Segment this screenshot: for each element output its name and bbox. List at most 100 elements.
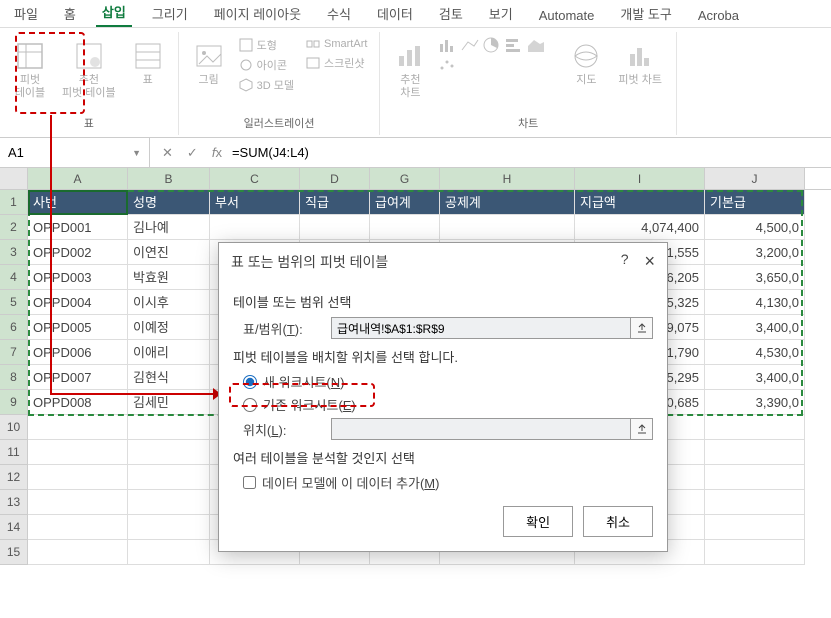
cell-B6[interactable]: 이예정 xyxy=(128,315,210,340)
location-input[interactable] xyxy=(331,418,631,440)
map-chart-button[interactable]: 지도 xyxy=(566,36,606,91)
cancel-button[interactable]: 취소 xyxy=(583,506,653,537)
smartart-button[interactable]: SmartArt xyxy=(304,36,369,52)
tab-view[interactable]: 보기 xyxy=(483,0,519,27)
cell-B8[interactable]: 김현식 xyxy=(128,365,210,390)
cell-J5[interactable]: 4,130,0 xyxy=(705,290,805,315)
cell-J15[interactable] xyxy=(705,540,805,565)
header-cell-G[interactable]: 급여계 xyxy=(370,190,440,215)
line-chart-icon[interactable] xyxy=(460,36,480,54)
bar-chart-icon[interactable] xyxy=(504,36,524,54)
dialog-help-button[interactable]: ? xyxy=(621,251,629,272)
col-header-A[interactable]: A xyxy=(28,168,128,189)
row-header-14[interactable]: 14 xyxy=(0,515,28,540)
cell-A2[interactable]: OPPD001 xyxy=(28,215,128,240)
row-header-11[interactable]: 11 xyxy=(0,440,28,465)
formula-input[interactable] xyxy=(232,145,632,160)
cell-A4[interactable]: OPPD003 xyxy=(28,265,128,290)
col-header-B[interactable]: B xyxy=(128,168,210,189)
cell-A5[interactable]: OPPD004 xyxy=(28,290,128,315)
row-header-4[interactable]: 4 xyxy=(0,265,28,290)
name-box-input[interactable] xyxy=(8,145,108,160)
shapes-button[interactable]: 도형 xyxy=(237,36,296,54)
pivot-chart-button[interactable]: 피벗 차트 xyxy=(614,36,666,91)
cell-H2[interactable] xyxy=(440,215,575,240)
radio-new-worksheet[interactable] xyxy=(243,375,257,389)
header-cell-A[interactable]: 사번 xyxy=(28,190,128,215)
area-chart-icon[interactable] xyxy=(526,36,546,54)
range-ref-button[interactable] xyxy=(631,317,653,339)
icons-button[interactable]: 아이콘 xyxy=(237,56,296,74)
cell-A15[interactable] xyxy=(28,540,128,565)
recommended-pivot-button[interactable]: 추천 피벗 테이블 xyxy=(58,36,120,104)
cell-J3[interactable]: 3,200,0 xyxy=(705,240,805,265)
tab-automate[interactable]: Automate xyxy=(533,4,601,27)
row-header-5[interactable]: 5 xyxy=(0,290,28,315)
header-cell-H[interactable]: 공제계 xyxy=(440,190,575,215)
chart-type-gallery[interactable] xyxy=(438,36,558,74)
cell-J9[interactable]: 3,390,0 xyxy=(705,390,805,415)
row-header-2[interactable]: 2 xyxy=(0,215,28,240)
cell-A3[interactable]: OPPD002 xyxy=(28,240,128,265)
ok-button[interactable]: 확인 xyxy=(503,506,573,537)
select-all-corner[interactable] xyxy=(0,168,28,189)
cell-B10[interactable] xyxy=(128,415,210,440)
tab-draw[interactable]: 그리기 xyxy=(146,0,194,27)
cell-J10[interactable] xyxy=(705,415,805,440)
cell-B5[interactable]: 이시후 xyxy=(128,290,210,315)
cell-J6[interactable]: 3,400,0 xyxy=(705,315,805,340)
cell-B7[interactable]: 이애리 xyxy=(128,340,210,365)
tab-review[interactable]: 검토 xyxy=(433,0,469,27)
cell-J2[interactable]: 4,500,0 xyxy=(705,215,805,240)
header-cell-C[interactable]: 부서 xyxy=(210,190,300,215)
row-header-10[interactable]: 10 xyxy=(0,415,28,440)
cell-I2[interactable]: 4,074,400 xyxy=(575,215,705,240)
cell-C2[interactable] xyxy=(210,215,300,240)
tab-pagelayout[interactable]: 페이지 레이아웃 xyxy=(208,0,307,27)
tab-developer[interactable]: 개발 도구 xyxy=(614,0,677,27)
cell-D2[interactable] xyxy=(300,215,370,240)
cell-J14[interactable] xyxy=(705,515,805,540)
header-cell-D[interactable]: 직급 xyxy=(300,190,370,215)
cell-A12[interactable] xyxy=(28,465,128,490)
cell-B15[interactable] xyxy=(128,540,210,565)
cell-B13[interactable] xyxy=(128,490,210,515)
row-header-13[interactable]: 13 xyxy=(0,490,28,515)
row-header-15[interactable]: 15 xyxy=(0,540,28,565)
row-header-9[interactable]: 9 xyxy=(0,390,28,415)
row-header-8[interactable]: 8 xyxy=(0,365,28,390)
name-box-dropdown-icon[interactable]: ▼ xyxy=(132,148,141,158)
spreadsheet-grid[interactable]: A B C D G H I J 123456789101112131415 사번… xyxy=(0,168,831,190)
row-header-6[interactable]: 6 xyxy=(0,315,28,340)
table-button[interactable]: 표 xyxy=(128,36,168,91)
header-cell-B[interactable]: 성명 xyxy=(128,190,210,215)
cell-A9[interactable]: OPPD008 xyxy=(28,390,128,415)
cell-A6[interactable]: OPPD005 xyxy=(28,315,128,340)
row-header-3[interactable]: 3 xyxy=(0,240,28,265)
tab-insert[interactable]: 삽입 xyxy=(96,0,132,27)
row-header-12[interactable]: 12 xyxy=(0,465,28,490)
col-header-D[interactable]: D xyxy=(300,168,370,189)
3dmodel-button[interactable]: 3D 모델 xyxy=(237,76,296,94)
cell-J12[interactable] xyxy=(705,465,805,490)
col-header-C[interactable]: C xyxy=(210,168,300,189)
header-cell-J[interactable]: 기본급 xyxy=(705,190,805,215)
cell-J8[interactable]: 3,400,0 xyxy=(705,365,805,390)
cell-B2[interactable]: 김나예 xyxy=(128,215,210,240)
cell-J13[interactable] xyxy=(705,490,805,515)
cancel-formula-icon[interactable]: ✕ xyxy=(158,145,177,161)
cell-B9[interactable]: 김세민 xyxy=(128,390,210,415)
cell-G2[interactable] xyxy=(370,215,440,240)
checkbox-data-model[interactable] xyxy=(243,476,256,489)
cell-A10[interactable] xyxy=(28,415,128,440)
header-cell-I[interactable]: 지급액 xyxy=(575,190,705,215)
cell-A14[interactable] xyxy=(28,515,128,540)
column-chart-icon[interactable] xyxy=(438,36,458,54)
location-ref-button[interactable] xyxy=(631,418,653,440)
col-header-J[interactable]: J xyxy=(705,168,805,189)
cell-A13[interactable] xyxy=(28,490,128,515)
tab-data[interactable]: 데이터 xyxy=(371,0,419,27)
range-input[interactable] xyxy=(331,317,631,339)
tab-home[interactable]: 홈 xyxy=(58,0,82,27)
tab-acrobat[interactable]: Acroba xyxy=(692,4,745,27)
